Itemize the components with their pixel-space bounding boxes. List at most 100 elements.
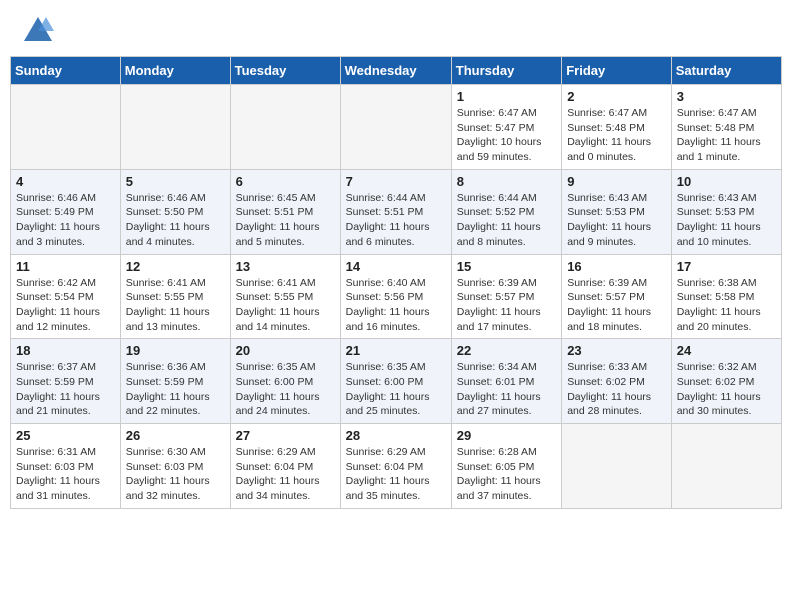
- calendar-cell: 10 Sunrise: 6:43 AM Sunset: 5:53 PM Dayli…: [671, 169, 781, 254]
- calendar-cell: 12 Sunrise: 6:41 AM Sunset: 5:55 PM Dayli…: [120, 254, 230, 339]
- calendar-cell: 13 Sunrise: 6:41 AM Sunset: 5:55 PM Dayli…: [230, 254, 340, 339]
- day-info: Sunrise: 6:43 AM Sunset: 5:53 PM Dayligh…: [567, 191, 666, 250]
- day-number: 11: [16, 259, 115, 274]
- day-number: 19: [126, 343, 225, 358]
- calendar-cell: 5 Sunrise: 6:46 AM Sunset: 5:50 PM Daylig…: [120, 169, 230, 254]
- day-number: 27: [236, 428, 335, 443]
- day-info: Sunrise: 6:47 AM Sunset: 5:48 PM Dayligh…: [567, 106, 666, 165]
- day-number: 18: [16, 343, 115, 358]
- calendar-cell: 20 Sunrise: 6:35 AM Sunset: 6:00 PM Dayli…: [230, 339, 340, 424]
- calendar-cell: [230, 85, 340, 170]
- day-info: Sunrise: 6:44 AM Sunset: 5:52 PM Dayligh…: [457, 191, 556, 250]
- calendar-cell: [562, 424, 672, 509]
- day-number: 7: [346, 174, 446, 189]
- calendar-week-row: 4Sunrise: 6:46 AM Sunset: 5:49 PM Daylig…: [11, 169, 782, 254]
- day-number: 8: [457, 174, 556, 189]
- day-info: Sunrise: 6:30 AM Sunset: 6:03 PM Dayligh…: [126, 445, 225, 504]
- day-number: 28: [346, 428, 446, 443]
- day-number: 14: [346, 259, 446, 274]
- day-info: Sunrise: 6:46 AM Sunset: 5:50 PM Dayligh…: [126, 191, 225, 250]
- calendar-week-row: 18 Sunrise: 6:37 AM Sunset: 5:59 PM Dayli…: [11, 339, 782, 424]
- day-info: Sunrise: 6:40 AM Sunset: 5:56 PM Dayligh…: [346, 276, 446, 335]
- day-number: 17: [677, 259, 776, 274]
- calendar-cell: 28 Sunrise: 6:29 AM Sunset: 6:04 PM Dayli…: [340, 424, 451, 509]
- day-info: Sunrise: 6:36 AM Sunset: 5:59 PM Dayligh…: [126, 360, 225, 419]
- col-header-saturday: Saturday: [671, 57, 781, 85]
- day-number: 29: [457, 428, 556, 443]
- day-number: 3: [677, 89, 776, 104]
- calendar-cell: 8 Sunrise: 6:44 AM Sunset: 5:52 PM Daylig…: [451, 169, 561, 254]
- day-info: Sunrise: 6:47 AM Sunset: 5:47 PM Dayligh…: [457, 106, 556, 165]
- calendar-cell: [120, 85, 230, 170]
- calendar-cell: 15 Sunrise: 6:39 AM Sunset: 5:57 PM Dayli…: [451, 254, 561, 339]
- calendar-cell: 19 Sunrise: 6:36 AM Sunset: 5:59 PM Dayli…: [120, 339, 230, 424]
- day-number: 20: [236, 343, 335, 358]
- day-number: 16: [567, 259, 666, 274]
- day-number: 22: [457, 343, 556, 358]
- day-number: 4: [16, 174, 115, 189]
- day-info: Sunrise: 6:29 AM Sunset: 6:04 PM Dayligh…: [346, 445, 446, 504]
- col-header-friday: Friday: [562, 57, 672, 85]
- calendar-week-row: 25Sunrise: 6:31 AM Sunset: 6:03 PM Dayli…: [11, 424, 782, 509]
- calendar-cell: [11, 85, 121, 170]
- day-info: Sunrise: 6:45 AM Sunset: 5:51 PM Dayligh…: [236, 191, 335, 250]
- calendar-cell: 17 Sunrise: 6:38 AM Sunset: 5:58 PM Dayli…: [671, 254, 781, 339]
- day-number: 9: [567, 174, 666, 189]
- calendar-cell: 27 Sunrise: 6:29 AM Sunset: 6:04 PM Dayli…: [230, 424, 340, 509]
- calendar-cell: 7 Sunrise: 6:44 AM Sunset: 5:51 PM Daylig…: [340, 169, 451, 254]
- calendar-cell: 9 Sunrise: 6:43 AM Sunset: 5:53 PM Daylig…: [562, 169, 672, 254]
- calendar-cell: 29 Sunrise: 6:28 AM Sunset: 6:05 PM Dayli…: [451, 424, 561, 509]
- day-info: Sunrise: 6:37 AM Sunset: 5:59 PM Dayligh…: [16, 360, 115, 419]
- logo-icon: [22, 15, 54, 43]
- day-info: Sunrise: 6:29 AM Sunset: 6:04 PM Dayligh…: [236, 445, 335, 504]
- day-info: Sunrise: 6:35 AM Sunset: 6:00 PM Dayligh…: [236, 360, 335, 419]
- day-number: 13: [236, 259, 335, 274]
- day-info: Sunrise: 6:42 AM Sunset: 5:54 PM Dayligh…: [16, 276, 115, 335]
- day-info: Sunrise: 6:43 AM Sunset: 5:53 PM Dayligh…: [677, 191, 776, 250]
- day-number: 23: [567, 343, 666, 358]
- day-info: Sunrise: 6:39 AM Sunset: 5:57 PM Dayligh…: [457, 276, 556, 335]
- day-number: 24: [677, 343, 776, 358]
- day-info: Sunrise: 6:35 AM Sunset: 6:00 PM Dayligh…: [346, 360, 446, 419]
- calendar-cell: 23Sunrise: 6:33 AM Sunset: 6:02 PM Dayli…: [562, 339, 672, 424]
- day-number: 1: [457, 89, 556, 104]
- calendar-cell: 22 Sunrise: 6:34 AM Sunset: 6:01 PM Dayli…: [451, 339, 561, 424]
- calendar-cell: 3 Sunrise: 6:47 AM Sunset: 5:48 PM Daylig…: [671, 85, 781, 170]
- header: [10, 10, 782, 48]
- day-number: 5: [126, 174, 225, 189]
- day-number: 15: [457, 259, 556, 274]
- day-info: Sunrise: 6:38 AM Sunset: 5:58 PM Dayligh…: [677, 276, 776, 335]
- calendar-cell: 25Sunrise: 6:31 AM Sunset: 6:03 PM Dayli…: [11, 424, 121, 509]
- calendar-header-row: SundayMondayTuesdayWednesdayThursdayFrid…: [11, 57, 782, 85]
- day-info: Sunrise: 6:34 AM Sunset: 6:01 PM Dayligh…: [457, 360, 556, 419]
- calendar-cell: 2Sunrise: 6:47 AM Sunset: 5:48 PM Daylig…: [562, 85, 672, 170]
- day-info: Sunrise: 6:31 AM Sunset: 6:03 PM Dayligh…: [16, 445, 115, 504]
- col-header-wednesday: Wednesday: [340, 57, 451, 85]
- day-info: Sunrise: 6:32 AM Sunset: 6:02 PM Dayligh…: [677, 360, 776, 419]
- day-info: Sunrise: 6:44 AM Sunset: 5:51 PM Dayligh…: [346, 191, 446, 250]
- calendar-week-row: 11 Sunrise: 6:42 AM Sunset: 5:54 PM Dayli…: [11, 254, 782, 339]
- day-info: Sunrise: 6:28 AM Sunset: 6:05 PM Dayligh…: [457, 445, 556, 504]
- day-info: Sunrise: 6:41 AM Sunset: 5:55 PM Dayligh…: [236, 276, 335, 335]
- day-number: 26: [126, 428, 225, 443]
- col-header-sunday: Sunday: [11, 57, 121, 85]
- calendar-cell: 18 Sunrise: 6:37 AM Sunset: 5:59 PM Dayli…: [11, 339, 121, 424]
- calendar-cell: [671, 424, 781, 509]
- calendar-cell: 14 Sunrise: 6:40 AM Sunset: 5:56 PM Dayli…: [340, 254, 451, 339]
- col-header-monday: Monday: [120, 57, 230, 85]
- calendar-cell: 1 Sunrise: 6:47 AM Sunset: 5:47 PM Daylig…: [451, 85, 561, 170]
- day-number: 21: [346, 343, 446, 358]
- calendar-table: SundayMondayTuesdayWednesdayThursdayFrid…: [10, 56, 782, 509]
- calendar-cell: 4Sunrise: 6:46 AM Sunset: 5:49 PM Daylig…: [11, 169, 121, 254]
- calendar-week-row: 1 Sunrise: 6:47 AM Sunset: 5:47 PM Daylig…: [11, 85, 782, 170]
- calendar-cell: 24 Sunrise: 6:32 AM Sunset: 6:02 PM Dayli…: [671, 339, 781, 424]
- day-number: 6: [236, 174, 335, 189]
- calendar-cell: [340, 85, 451, 170]
- day-number: 12: [126, 259, 225, 274]
- day-info: Sunrise: 6:41 AM Sunset: 5:55 PM Dayligh…: [126, 276, 225, 335]
- day-number: 10: [677, 174, 776, 189]
- logo: [18, 15, 54, 43]
- day-info: Sunrise: 6:47 AM Sunset: 5:48 PM Dayligh…: [677, 106, 776, 165]
- calendar-cell: 6 Sunrise: 6:45 AM Sunset: 5:51 PM Daylig…: [230, 169, 340, 254]
- day-info: Sunrise: 6:39 AM Sunset: 5:57 PM Dayligh…: [567, 276, 666, 335]
